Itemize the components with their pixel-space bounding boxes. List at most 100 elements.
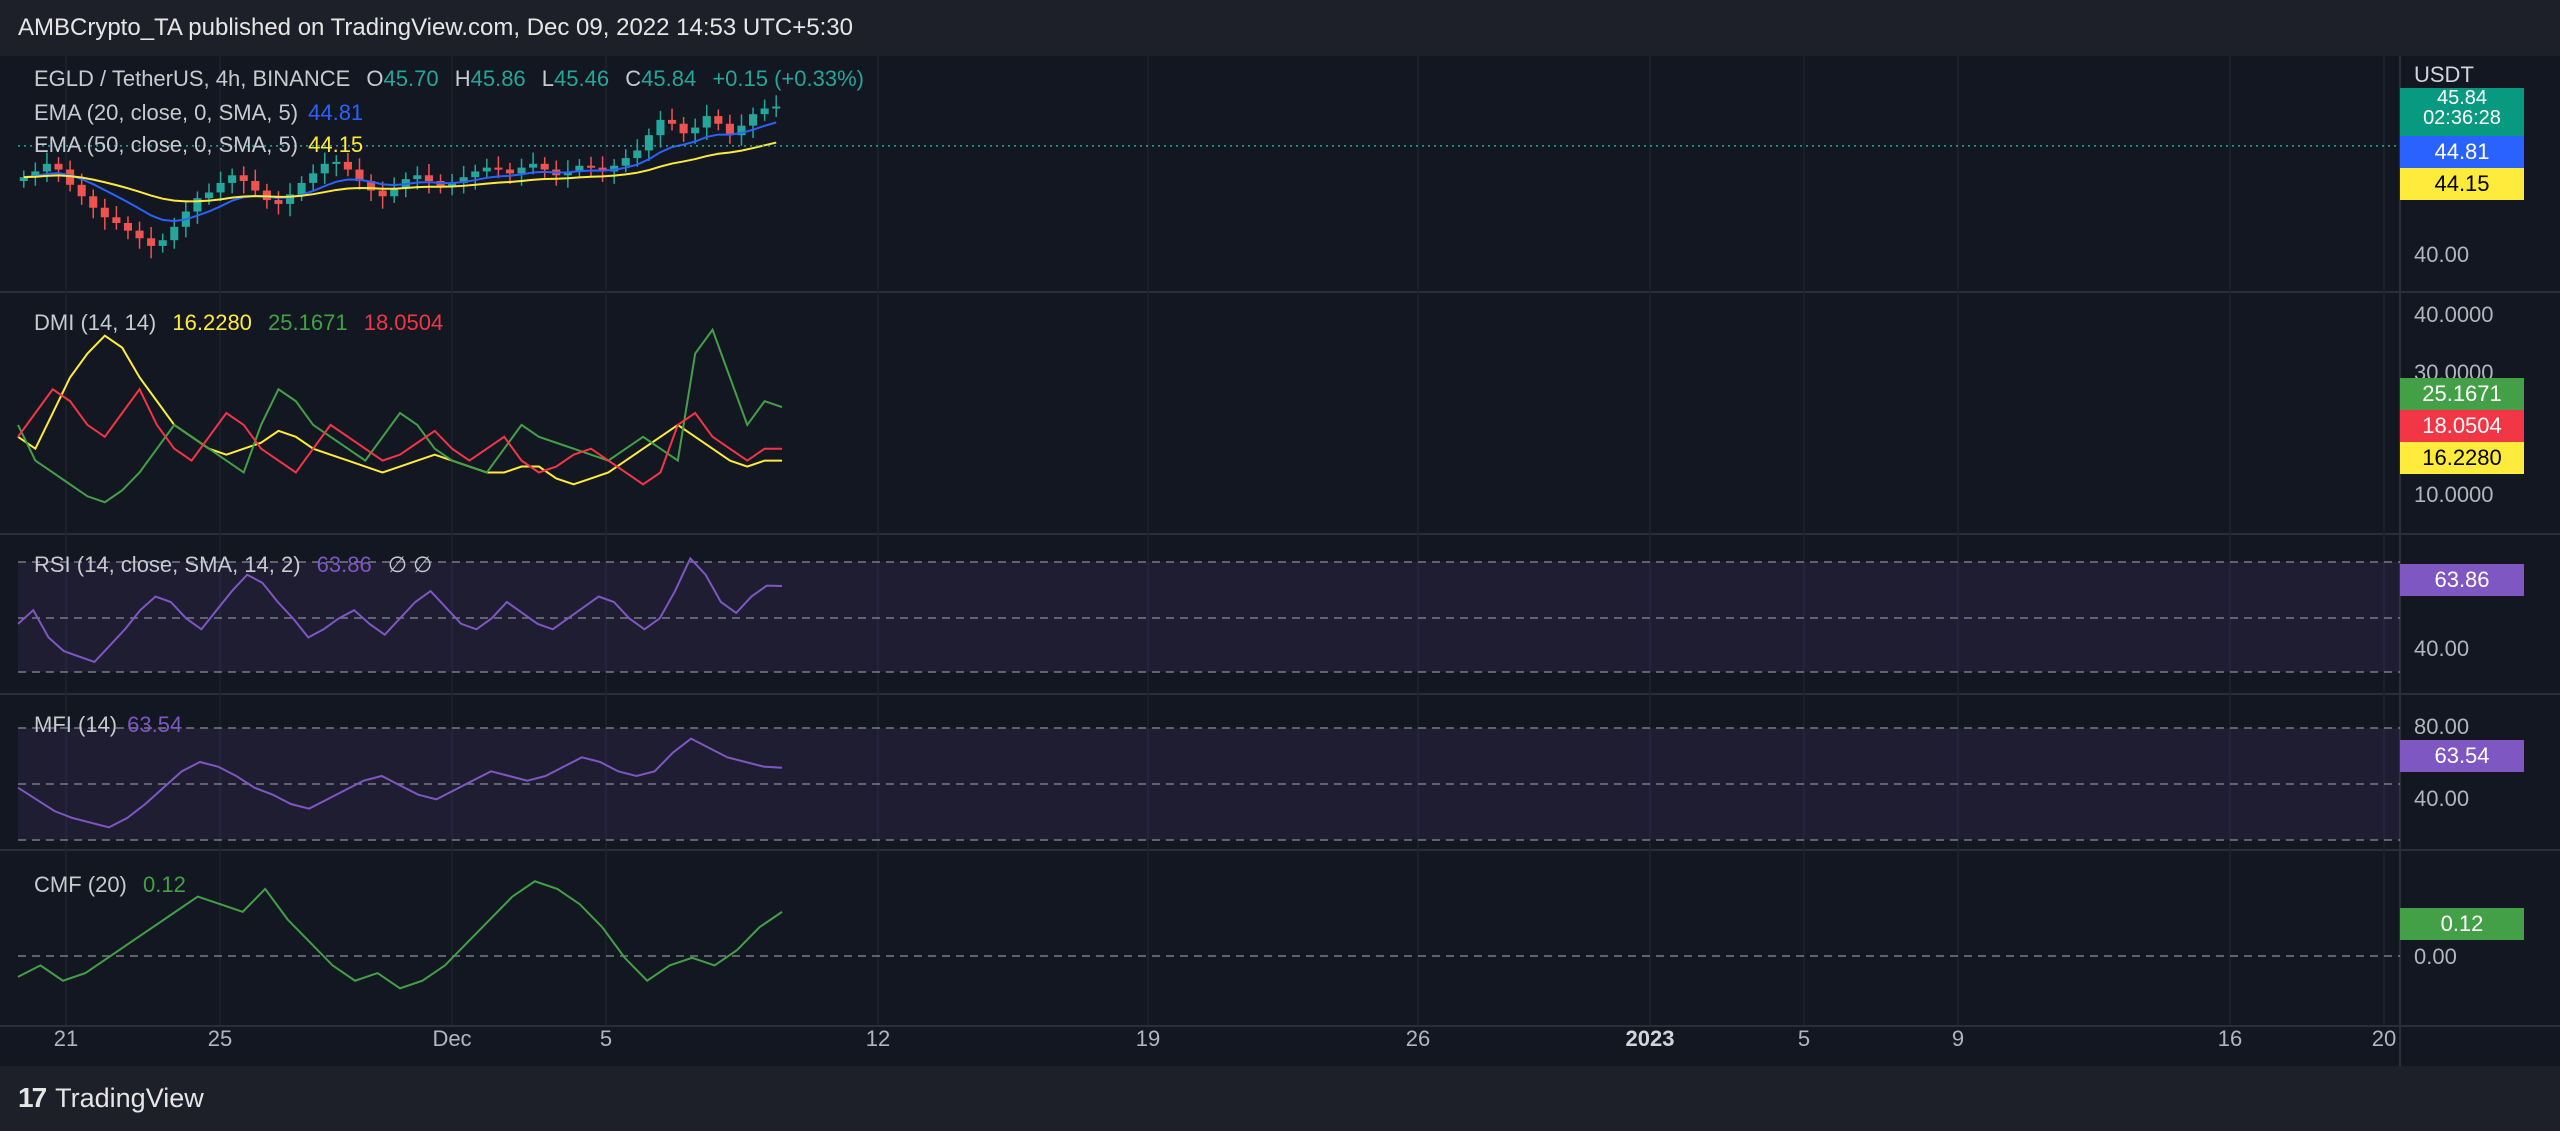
minus-di-tag: 18.0504 bbox=[2400, 410, 2524, 442]
cmf-tag: 0.12 bbox=[2400, 908, 2524, 940]
candle-body bbox=[482, 167, 491, 172]
minus-di-line bbox=[17, 387, 782, 486]
last-price-tag: 45.84 02:36:28 bbox=[2400, 88, 2524, 136]
candle-body bbox=[112, 217, 121, 223]
candle-body bbox=[135, 230, 144, 239]
ema20-tag: 44.81 bbox=[2400, 136, 2524, 168]
publish-bar: AMBCrypto_TA published on TradingView.co… bbox=[0, 0, 2560, 56]
x-tick: 5 bbox=[1797, 1026, 1811, 1051]
candle-body bbox=[147, 238, 156, 246]
dmi-axis-tick: 10.0000 bbox=[2414, 482, 2494, 507]
mfi-legend: MFI (14) 63.54 bbox=[34, 712, 192, 738]
x-tick: 12 bbox=[865, 1026, 891, 1051]
rsi-legend: RSI (14, close, SMA, 14, 2) 63.86 ∅ ∅ bbox=[34, 552, 442, 578]
cmf-value: 0.12 bbox=[143, 872, 186, 897]
x-tick: 19 bbox=[1135, 1026, 1161, 1051]
low-label: L bbox=[541, 66, 555, 91]
candle-body bbox=[170, 226, 179, 241]
candle-body bbox=[100, 207, 109, 218]
mfi-tag: 63.54 bbox=[2400, 740, 2524, 772]
candle-body bbox=[320, 163, 329, 174]
rsi-axis-tick: 40.00 bbox=[2414, 636, 2470, 661]
rsi-band bbox=[18, 562, 2400, 672]
rsi-tag: 63.86 bbox=[2400, 564, 2524, 596]
candle-body bbox=[390, 188, 399, 197]
candle-body bbox=[309, 173, 318, 183]
currency-label: USDT bbox=[2414, 62, 2474, 87]
x-tick: 25 bbox=[207, 1026, 233, 1051]
candle-body bbox=[471, 171, 480, 178]
candle-body bbox=[656, 119, 665, 136]
close-label: C bbox=[625, 66, 642, 91]
tradingview-logo-icon: 17 bbox=[18, 1082, 47, 1113]
ema50-legend: EMA (50, close, 0, SMA, 5) 44.15 bbox=[34, 132, 373, 158]
candle-body bbox=[251, 181, 260, 191]
candle-body bbox=[517, 167, 526, 174]
tradingview-logo[interactable]: 17 TradingView bbox=[18, 1082, 204, 1114]
footer-bar bbox=[0, 1066, 2560, 1131]
candle-body bbox=[54, 163, 63, 170]
change-value: +0.15 (+0.33%) bbox=[712, 66, 864, 91]
dmi-legend: DMI (14, 14) 16.2280 25.1671 18.0504 bbox=[34, 310, 453, 336]
adx-tag: 16.2280 bbox=[2400, 442, 2524, 474]
candle-body bbox=[239, 175, 248, 181]
candle-body bbox=[274, 200, 283, 204]
open-value: 45.70 bbox=[383, 66, 439, 91]
candle-body bbox=[378, 190, 387, 197]
candle-body bbox=[228, 175, 237, 183]
candle-body bbox=[343, 161, 352, 170]
candle-body bbox=[540, 163, 549, 170]
candle-body bbox=[679, 123, 688, 134]
mfi-label: MFI (14) bbox=[34, 712, 118, 737]
rsi-label: RSI (14, close, SMA, 14, 2) bbox=[34, 552, 301, 577]
plus-di-value: 25.1671 bbox=[268, 310, 348, 335]
ema20-legend: EMA (20, close, 0, SMA, 5) 44.81 bbox=[34, 100, 373, 126]
adx-line bbox=[17, 334, 782, 486]
low-value: 45.46 bbox=[554, 66, 610, 91]
high-value: 45.86 bbox=[470, 66, 526, 91]
high-label: H bbox=[454, 66, 471, 91]
candle-body bbox=[505, 169, 515, 174]
candle-body bbox=[123, 223, 133, 231]
candle-body bbox=[204, 192, 214, 199]
x-tick: 9 bbox=[1951, 1026, 1965, 1051]
candle-body bbox=[413, 175, 422, 180]
candle-body bbox=[77, 184, 86, 197]
close-value: 45.84 bbox=[641, 66, 697, 91]
ema20-value: 44.81 bbox=[308, 100, 364, 125]
x-tick: 16 bbox=[2217, 1026, 2243, 1051]
ema50-value: 44.15 bbox=[308, 132, 364, 157]
candle-body bbox=[42, 163, 51, 172]
candle-body bbox=[702, 116, 711, 128]
candle-body bbox=[644, 135, 653, 151]
candle-body bbox=[633, 150, 642, 159]
minus-di-value: 18.0504 bbox=[363, 310, 444, 335]
candle-body bbox=[529, 163, 538, 168]
ema20-label: EMA (20, close, 0, SMA, 5) bbox=[34, 100, 299, 125]
x-tick: 26 bbox=[1405, 1026, 1431, 1051]
symbol-label: EGLD / TetherUS, 4h, BINANCE bbox=[34, 66, 351, 91]
x-tick: 5 bbox=[599, 1026, 613, 1051]
candle-body bbox=[586, 165, 596, 168]
candle-body bbox=[714, 116, 723, 124]
mfi-value: 63.54 bbox=[127, 712, 183, 737]
dmi-label: DMI (14, 14) bbox=[34, 310, 157, 335]
rsi-value: 63.86 bbox=[316, 552, 372, 577]
dmi-axis-tick: 40.0000 bbox=[2414, 302, 2494, 327]
candle-body bbox=[691, 127, 700, 134]
candle-body bbox=[494, 167, 503, 170]
mfi-axis-tick: 40.00 bbox=[2414, 786, 2470, 811]
candle-body bbox=[89, 196, 98, 208]
candle-body bbox=[621, 158, 630, 166]
x-tick-year: 2023 bbox=[1625, 1026, 1675, 1051]
x-tick: 20 bbox=[2371, 1026, 2397, 1051]
candle-body bbox=[216, 182, 225, 193]
candle-countdown: 02:36:28 bbox=[2423, 107, 2501, 129]
price-legend: EGLD / TetherUS, 4h, BINANCE O45.70 H45.… bbox=[34, 66, 874, 92]
adx-value: 16.2280 bbox=[172, 310, 252, 335]
mfi-axis-tick: 80.00 bbox=[2414, 714, 2470, 739]
rsi-extra: ∅ ∅ bbox=[387, 552, 433, 577]
candle-body bbox=[332, 161, 341, 164]
x-tick: 21 bbox=[53, 1026, 79, 1051]
candle-body bbox=[424, 175, 433, 181]
